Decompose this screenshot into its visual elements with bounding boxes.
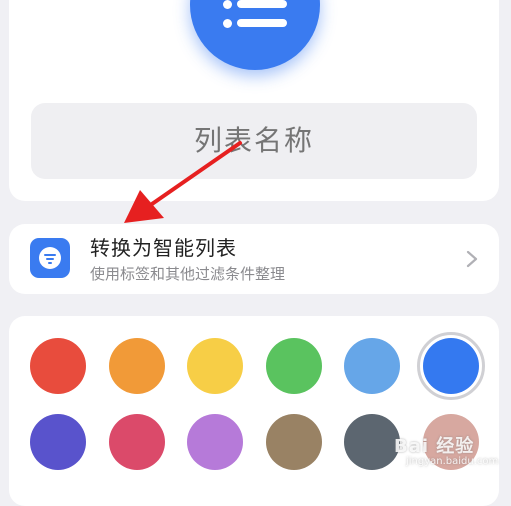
color-swatch[interactable] — [344, 414, 400, 470]
color-swatch[interactable] — [30, 414, 86, 470]
color-swatch[interactable] — [108, 338, 165, 394]
color-swatch[interactable] — [422, 338, 479, 394]
color-swatch[interactable] — [187, 414, 243, 470]
watermark-text: Bai 经验 — [394, 436, 475, 457]
color-swatch[interactable] — [344, 338, 400, 394]
color-swatch[interactable] — [187, 338, 243, 394]
convert-smart-list-row[interactable]: 转换为智能列表 使用标签和其他过滤条件整理 — [9, 224, 499, 294]
color-swatch[interactable] — [265, 414, 322, 470]
smart-list-subtitle: 使用标签和其他过滤条件整理 — [90, 265, 286, 283]
list-icon-bar — [237, 0, 287, 8]
list-name-input[interactable] — [31, 103, 477, 179]
color-swatch[interactable] — [108, 414, 165, 470]
watermark-url: jingyan.baidu.com — [406, 456, 499, 467]
list-icon-dot — [223, 19, 232, 28]
list-icon-bar — [237, 19, 287, 27]
color-swatch[interactable] — [30, 338, 86, 394]
list-icon-dot — [223, 0, 232, 9]
color-swatch[interactable] — [265, 338, 322, 394]
chevron-right-icon — [466, 250, 478, 268]
filter-icon — [30, 238, 70, 278]
smart-list-title: 转换为智能列表 — [90, 236, 237, 260]
